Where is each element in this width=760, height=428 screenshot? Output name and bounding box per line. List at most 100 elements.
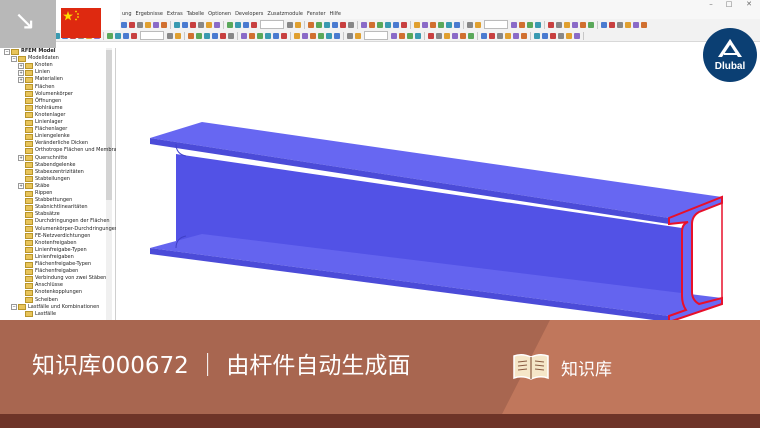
tree-expander-icon[interactable]: − [11, 304, 17, 311]
toolbar-button-icon[interactable] [609, 21, 615, 28]
navigator-tree-item[interactable]: Volumenkörper-Durchdringungen [18, 226, 118, 233]
toolbar-button-icon[interactable] [548, 21, 554, 28]
toolbar-button-icon[interactable] [542, 32, 548, 39]
toolbar-button-icon[interactable] [161, 21, 167, 28]
toolbar-button-icon[interactable] [123, 32, 129, 39]
toolbar-button-icon[interactable] [334, 32, 340, 39]
toolbar-button-icon[interactable] [601, 21, 607, 28]
toolbar-button-icon[interactable] [198, 21, 204, 28]
navigator-tree-item[interactable]: + Stäbe [18, 183, 49, 190]
navigator-scrollbar-thumb[interactable] [106, 50, 112, 200]
toolbar-button-icon[interactable] [415, 32, 421, 39]
menu-item-extras[interactable]: Extras [167, 9, 183, 19]
toolbar-button-icon[interactable] [617, 21, 623, 28]
toolbar-button-icon[interactable] [175, 32, 181, 39]
navigator-tree-item[interactable]: Volumenkörper [18, 91, 73, 98]
tree-expander-icon[interactable]: + [18, 76, 24, 83]
navigator-tree-item[interactable]: Öffnungen [18, 98, 61, 105]
toolbar-button-icon[interactable] [190, 21, 196, 28]
menu-item-developers[interactable]: Developers [235, 9, 263, 19]
navigator-tree-item[interactable]: − RFEM Model [4, 48, 56, 55]
toolbar-button-icon[interactable] [295, 21, 301, 28]
navigator-tree-item[interactable]: + Linien [18, 69, 50, 76]
toolbar-button-icon[interactable] [308, 21, 314, 28]
menu-item-fenster[interactable]: Fenster [307, 9, 326, 19]
toolbar-button-icon[interactable] [475, 21, 481, 28]
toolbar-button-icon[interactable] [436, 32, 442, 39]
tree-expander-icon[interactable]: − [4, 48, 10, 55]
toolbar-button-icon[interactable] [348, 21, 354, 28]
toolbar-button-icon[interactable] [460, 32, 466, 39]
tree-expander-icon[interactable]: + [18, 69, 24, 76]
toolbar-button-icon[interactable] [196, 32, 202, 39]
navigator-tree-item[interactable]: Stabnichtlinearitäten [18, 204, 88, 211]
menu-item-hilfe[interactable]: Hilfe [330, 9, 341, 19]
toolbar-button-icon[interactable] [534, 32, 540, 39]
toolbar-button-icon[interactable] [452, 32, 458, 39]
toolbar-button-icon[interactable] [174, 21, 180, 28]
toolbar-button-icon[interactable] [257, 32, 263, 39]
toolbar-button-icon[interactable] [361, 21, 367, 28]
toolbar-button-icon[interactable] [204, 32, 210, 39]
toolbar-button-icon[interactable] [355, 32, 361, 39]
toolbar-dropdown[interactable] [484, 20, 508, 29]
toolbar-button-icon[interactable] [281, 32, 287, 39]
toolbar-dropdown[interactable] [260, 20, 284, 29]
toolbar-button-icon[interactable] [572, 21, 578, 28]
toolbar-button-icon[interactable] [347, 32, 353, 39]
toolbar-button-icon[interactable] [332, 21, 338, 28]
toolbar-button-icon[interactable] [566, 32, 572, 39]
toolbar-button-icon[interactable] [273, 32, 279, 39]
toolbar-button-icon[interactable] [468, 32, 474, 39]
toolbar-button-icon[interactable] [265, 32, 271, 39]
toolbar-button-icon[interactable] [446, 21, 452, 28]
toolbar-button-icon[interactable] [316, 21, 322, 28]
toolbar-button-icon[interactable] [527, 21, 533, 28]
navigator-tree-item[interactable]: Flächen [18, 84, 55, 91]
toolbar-button-icon[interactable] [481, 32, 487, 39]
maximize-button[interactable]: □ [722, 0, 736, 9]
toolbar-button-icon[interactable] [227, 21, 233, 28]
toolbar-button-icon[interactable] [107, 32, 113, 39]
navigator-tree-item[interactable]: Durchdringungen der Flächen [18, 218, 110, 225]
toolbar-dropdown[interactable] [364, 31, 388, 40]
navigator-tree-item[interactable]: + Querschnitte [18, 155, 67, 162]
toolbar-button-icon[interactable] [535, 21, 541, 28]
navigator-tree-item[interactable]: Linienlager [18, 119, 63, 126]
navigator-tree-item[interactable]: − Modelldaten [11, 55, 59, 62]
tree-expander-icon[interactable]: + [18, 155, 24, 161]
toolbar-button-icon[interactable] [243, 21, 249, 28]
toolbar-button-icon[interactable] [574, 32, 580, 39]
navigator-tree-item[interactable]: Anschlüsse [18, 282, 63, 289]
toolbar-button-icon[interactable] [220, 32, 226, 39]
toolbar-button-icon[interactable] [399, 32, 405, 39]
toolbar-button-icon[interactable] [550, 32, 556, 39]
toolbar-button-icon[interactable] [129, 21, 135, 28]
navigator-tree-item[interactable]: Stabexzentrizitäten [18, 169, 84, 176]
toolbar-button-icon[interactable] [153, 21, 159, 28]
toolbar-button-icon[interactable] [633, 21, 639, 28]
navigator-tree-item[interactable]: Linienfreigabe-Typen [18, 247, 87, 254]
toolbar-button-icon[interactable] [340, 21, 346, 28]
toolbar-button-icon[interactable] [137, 21, 143, 28]
menu-item-optionen[interactable]: Optionen [208, 9, 231, 19]
navigator-tree-item[interactable]: Stabteilungen [18, 176, 70, 183]
close-button[interactable]: ✕ [742, 0, 756, 9]
toolbar-button-icon[interactable] [414, 21, 420, 28]
toolbar-button-icon[interactable] [167, 32, 173, 39]
toolbar-button-icon[interactable] [212, 32, 218, 39]
toolbar-button-icon[interactable] [251, 21, 257, 28]
toolbar-button-icon[interactable] [558, 32, 564, 39]
3d-viewport[interactable] [116, 42, 760, 320]
navigator-tree-item[interactable]: FE-Netzverdichtungen [18, 233, 90, 240]
toolbar-button-icon[interactable] [519, 21, 525, 28]
minimize-button[interactable]: – [704, 0, 718, 9]
navigator-tree-item[interactable]: Stabsätze [18, 211, 60, 218]
toolbar-button-icon[interactable] [121, 21, 127, 28]
toolbar-button-icon[interactable] [454, 21, 460, 28]
navigator-tree-item[interactable]: Flächenfreigaben [18, 268, 78, 275]
toolbar-button-icon[interactable] [422, 21, 428, 28]
toolbar-button-icon[interactable] [521, 32, 527, 39]
toolbar-button-icon[interactable] [393, 21, 399, 28]
toolbar-button-icon[interactable] [326, 32, 332, 39]
